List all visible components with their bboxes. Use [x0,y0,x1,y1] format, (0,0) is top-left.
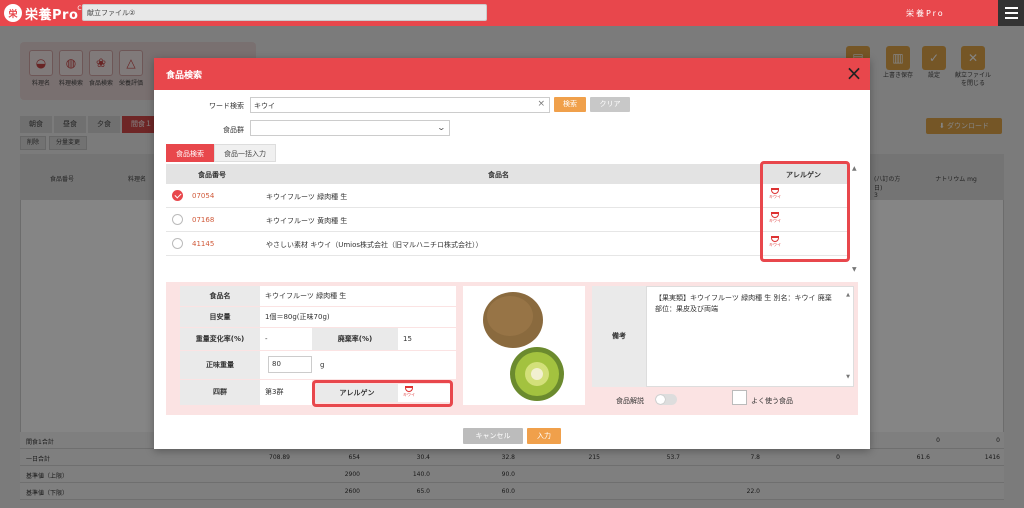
favorite-checkbox[interactable] [732,390,747,405]
tab-food-search[interactable]: 食品検索 [166,144,214,162]
result-row[interactable]: 07168 キウイフルーツ 黄肉種 生 キウイ [166,208,850,232]
clear-button[interactable]: クリア [590,97,630,112]
net-weight-cell: 80 g [260,351,456,379]
search-mode-tabs: 食品検索 食品一括入力 [166,144,276,162]
app-label: 栄養Pro [906,9,945,18]
header-food-code: 食品番号 [198,171,226,179]
food-name-label: 食品名 [180,286,260,306]
allergen-detail-highlight [312,380,453,407]
file-name-field[interactable]: 献立ファイル② [82,4,487,21]
word-search-label: ワード検索 [209,102,244,110]
clear-input-icon[interactable]: × [537,99,545,109]
hamburger-menu-icon[interactable] [998,0,1024,26]
net-weight-input[interactable]: 80 [268,356,312,373]
food-group-label: 食品群 [223,126,244,134]
note-scroll-up-icon[interactable]: ▲ [846,290,850,301]
logo-text: 栄養Pro [25,7,79,23]
food-name-value: キウイフルーツ 緑肉種 生 [260,286,456,306]
food-name: やさしい素材 キウイ（Umios株式会社（旧マルハニチロ株式会社）） [266,241,483,249]
result-row[interactable]: 41145 やさしい素材 キウイ（Umios株式会社（旧マルハニチロ株式会社））… [166,232,850,256]
four-group-label: 四群 [180,380,260,405]
dialog-title: 食品検索 [166,71,203,81]
result-row[interactable]: 07054 キウイフルーツ 緑肉種 生 キウイ [166,184,850,208]
four-group-value: 第3群 [260,380,312,405]
waste-rate-label: 廃棄率(%) [312,328,398,350]
net-weight-unit: g [320,361,325,369]
row-radio[interactable] [172,190,183,201]
weight-change-label: 重量変化率(%) [180,328,260,350]
logo-mark-icon: 栄 [4,4,22,22]
guide-amount-label: 目安量 [180,307,260,327]
results-header: 食品番号 食品名 アレルゲン [166,164,850,184]
close-icon[interactable]: × [844,63,864,83]
food-code: 07054 [192,192,215,200]
weight-change-value: - [260,328,312,350]
word-search-input[interactable]: キウイ × [250,97,550,113]
guide-amount-value: 1個＝80g(正味70g) [260,307,456,327]
food-code: 41145 [192,240,215,248]
input-button[interactable]: 入力 [527,428,561,444]
food-commentary-toggle[interactable] [655,394,677,405]
chevron-down-icon: ⌄ [436,123,447,132]
search-button[interactable]: 検索 [554,97,586,112]
row-radio[interactable] [172,214,183,225]
row-radio[interactable] [172,238,183,249]
food-search-dialog: 食品検索 × ワード検索 キウイ × 検索 クリア 食品群 ⌄ 食品検索 食品一… [154,58,870,449]
food-name: キウイフルーツ 緑肉種 生 [266,193,348,201]
kiwi-image [483,292,564,401]
food-code: 07168 [192,216,215,224]
header-food-name: 食品名 [488,171,509,179]
scroll-up-icon[interactable]: ▲ [852,165,857,172]
dialog-header: 食品検索 × [154,58,870,90]
scroll-down-icon[interactable]: ▼ [852,266,857,273]
food-photo [463,286,585,405]
food-group-select[interactable]: ⌄ [250,120,450,136]
net-weight-label: 正味重量 [180,351,260,379]
allergen-column-highlight [760,161,850,262]
food-detail-panel: 食品名 キウイフルーツ 緑肉種 生 目安量 1個＝80g(正味70g) 重量変化… [166,282,858,415]
top-bar: 栄 栄養Pro Cloud 献立ファイル② 栄養Pro [0,0,1024,26]
results-table: 食品番号 食品名 アレルゲン 07054 キウイフルーツ 緑肉種 生 キウイ 0… [166,164,850,256]
note-textarea[interactable]: 【果実類】キウイフルーツ 緑肉種 生 別名：キウイ 廃棄部位：果皮及び両端 ▲ … [646,286,854,387]
food-name: キウイフルーツ 黄肉種 生 [266,217,348,225]
waste-rate-value: 15 [398,328,456,350]
food-commentary-label: 食品解説 [616,397,644,405]
note-scroll-down-icon[interactable]: ▼ [846,372,850,383]
note-label: 備考 [592,286,646,387]
tab-bulk-input[interactable]: 食品一括入力 [214,144,276,162]
cancel-button[interactable]: キャンセル [463,428,523,444]
favorite-label: よく使う食品 [751,397,793,405]
